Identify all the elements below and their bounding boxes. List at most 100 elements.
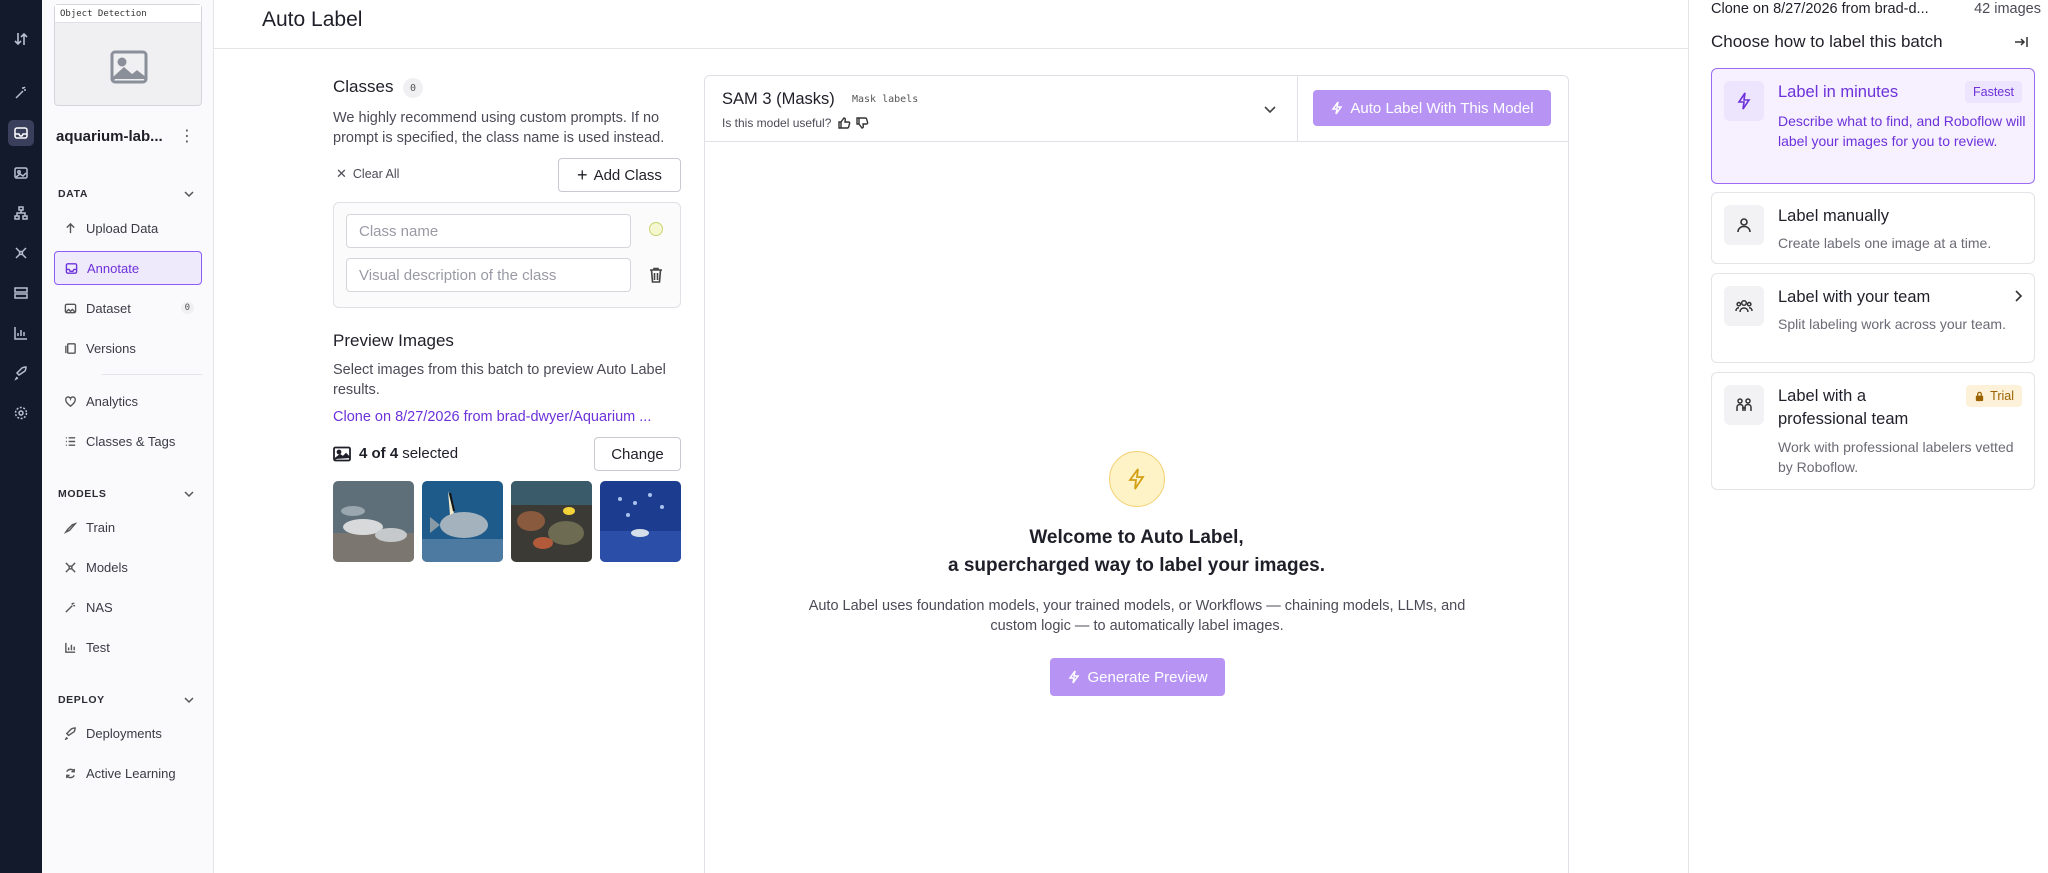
option-description: Split labeling work across your team.: [1778, 316, 2006, 332]
sidebar-item-nas[interactable]: NAS: [54, 590, 202, 624]
annotate-icon: [65, 262, 78, 274]
image-icon: [64, 303, 77, 313]
option-description: Work with professional labelers vetted b…: [1778, 439, 2014, 475]
magic-icon[interactable]: [8, 80, 34, 106]
class-description-input[interactable]: [346, 258, 631, 292]
page-header: Auto Label: [214, 0, 1688, 49]
rocket-icon: [64, 726, 76, 740]
lightning-icon: [1069, 670, 1080, 684]
generate-preview-label: Generate Preview: [1087, 668, 1208, 686]
deploy-section-header: DEPLOY: [58, 694, 105, 706]
list-icon: [65, 436, 76, 446]
chevron-down-icon[interactable]: [182, 693, 196, 707]
chevron-down-icon[interactable]: [1261, 100, 1279, 118]
sidebar-item-dataset[interactable]: Dataset 0: [54, 291, 202, 325]
welcome-line-2: a supercharged way to label your images.: [948, 555, 1325, 576]
hierarchy-icon[interactable]: [8, 200, 34, 226]
selected-suffix: selected: [402, 445, 459, 462]
sidebar-item-label: Dataset: [86, 300, 131, 316]
professional-team-icon: [1724, 385, 1764, 425]
rocket-rail-icon[interactable]: [8, 360, 34, 386]
sidebar-item-models[interactable]: Models: [54, 550, 202, 584]
option-title: Label with a professional team: [1778, 387, 1909, 428]
option-label-manually[interactable]: Label manually Create labels one image a…: [1711, 192, 2035, 264]
user-icon: [1724, 205, 1764, 245]
sidebar-item-label: Upload Data: [86, 220, 159, 236]
lock-icon: [1975, 391, 1984, 401]
train-icon: [64, 521, 77, 534]
versions-icon: [65, 342, 76, 354]
trash-icon[interactable]: [647, 266, 665, 284]
preview-thumbnail[interactable]: [333, 481, 414, 562]
image-rail-icon[interactable]: [8, 160, 34, 186]
sidebar-item-test[interactable]: Test: [54, 630, 202, 664]
model-name: SAM 3 (Masks): [722, 90, 835, 108]
settings-rail-icon[interactable]: [8, 400, 34, 426]
sidebar-item-upload-data[interactable]: Upload Data: [54, 211, 202, 245]
plus-icon: +: [577, 165, 588, 185]
preview-thumbnail[interactable]: [600, 481, 681, 562]
image-icon: [333, 446, 351, 461]
thumbs-up-icon[interactable]: [837, 116, 851, 130]
sidebar-item-label: Train: [86, 519, 116, 535]
more-options-icon[interactable]: ⋮: [176, 124, 198, 148]
nodes-icon[interactable]: [8, 240, 34, 266]
annotate-rail-icon[interactable]: [8, 120, 34, 146]
image-placeholder-icon: [110, 50, 148, 84]
welcome-description: Auto Label uses foundation models, your …: [808, 598, 1466, 634]
sidebar-item-analytics[interactable]: Analytics: [54, 384, 202, 418]
generate-preview-button[interactable]: Generate Preview: [1050, 658, 1225, 696]
lightning-badge: [1109, 451, 1165, 507]
classes-hint: We highly recommend using custom prompts…: [333, 110, 665, 146]
chevron-down-icon[interactable]: [182, 487, 196, 501]
chevron-right-icon[interactable]: [2010, 288, 2026, 304]
change-label: Change: [611, 445, 664, 463]
option-description: Create labels one image at a time.: [1778, 235, 1992, 251]
project-thumbnail[interactable]: Object Detection: [54, 4, 202, 106]
list-rail-icon[interactable]: [8, 280, 34, 306]
batch-image-count: 42 images: [1974, 1, 2041, 17]
project-type-tag: Object Detection: [55, 5, 201, 23]
classes-title: Classes: [333, 77, 394, 96]
class-name-input[interactable]: [346, 214, 631, 248]
collapse-panel-icon[interactable]: [2013, 34, 2029, 50]
close-icon: ✕: [336, 166, 347, 181]
sidebar-item-deployments[interactable]: Deployments: [54, 716, 202, 750]
add-class-label: Add Class: [593, 166, 662, 184]
add-class-button[interactable]: + Add Class: [558, 158, 681, 192]
chevron-down-icon[interactable]: [182, 187, 196, 201]
sidebar-item-classes-tags[interactable]: Classes & Tags: [54, 424, 202, 458]
thumbs-down-icon[interactable]: [855, 116, 869, 130]
sidebar-item-label: Annotate: [87, 260, 140, 276]
sidebar-item-label: Analytics: [86, 393, 139, 409]
preview-thumbnail[interactable]: [511, 481, 592, 562]
trial-label: Trial: [1990, 389, 2014, 403]
welcome-line-1: Welcome to Auto Label,: [1029, 527, 1244, 548]
preview-thumbnail[interactable]: [422, 481, 503, 562]
clear-all-button[interactable]: ✕ Clear All: [336, 166, 399, 182]
auto-label-with-model-button[interactable]: Auto Label With This Model: [1313, 90, 1551, 126]
data-section-header: DATA: [58, 188, 89, 200]
project-sidebar: Object Detection aquarium-lab... ⋮ DATA …: [42, 0, 214, 873]
sidebar-item-label: Versions: [86, 340, 136, 356]
chart-rail-icon[interactable]: [8, 320, 34, 346]
project-name[interactable]: aquarium-lab...: [56, 128, 163, 145]
option-label-with-team[interactable]: Label with your team Split labeling work…: [1711, 273, 2035, 363]
sidebar-item-versions[interactable]: Versions: [54, 331, 202, 365]
sidebar-item-active-learning[interactable]: Active Learning: [54, 756, 202, 790]
sidebar-item-annotate[interactable]: Annotate: [54, 251, 202, 285]
lightning-icon: [1331, 101, 1343, 115]
labeling-options-drawer: Clone on 8/27/2026 from brad-d... 42 ima…: [1688, 0, 2048, 873]
icon-rail: [0, 0, 42, 873]
option-label-in-minutes[interactable]: Label in minutes Fastest Describe what t…: [1711, 68, 2035, 184]
sidebar-item-label: Models: [86, 559, 128, 575]
change-button[interactable]: Change: [594, 437, 681, 471]
selected-count: 4 of 4: [359, 445, 399, 462]
header-divider: [1297, 76, 1298, 142]
switch-icon[interactable]: [8, 26, 34, 52]
sidebar-item-train[interactable]: Train: [54, 510, 202, 544]
option-label-professional-team[interactable]: Label with a professional team Trial Wor…: [1711, 372, 2035, 490]
option-title: Label with your team: [1778, 288, 1931, 306]
class-color-swatch[interactable]: [649, 222, 663, 236]
batch-link[interactable]: Clone on 8/27/2026 from brad-dwyer/Aquar…: [333, 409, 683, 425]
